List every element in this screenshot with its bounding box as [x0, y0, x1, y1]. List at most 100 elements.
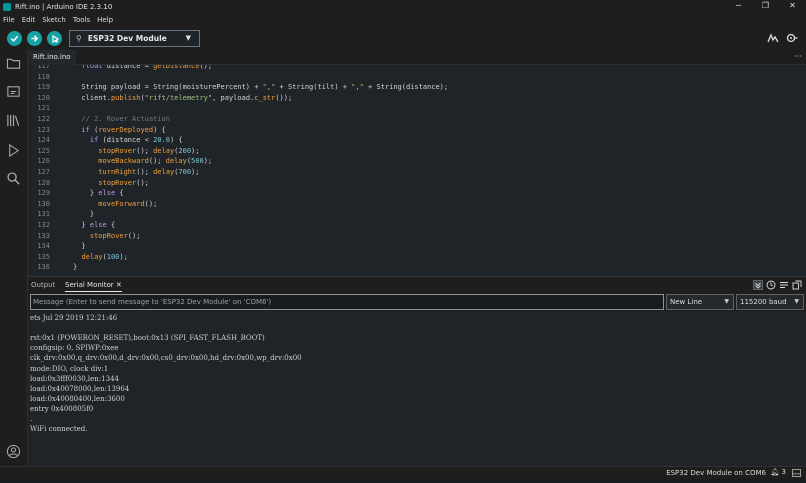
menu-edit[interactable]: Edit: [22, 16, 36, 24]
serial-output-line: entry 0x400805f0: [30, 404, 94, 413]
code-text: moveBackward(); delay(500);: [98, 157, 213, 166]
baud-rate-select[interactable]: 115200 baud ▼: [736, 294, 804, 310]
code-text: stopRover();: [89, 231, 141, 240]
line-number: 121: [37, 104, 50, 113]
verify-button[interactable]: [7, 31, 22, 46]
line-number: 128: [37, 178, 50, 187]
code-line[interactable]: 124 if (distance < 20.0) {: [28, 135, 798, 146]
title-bar: Rift.ino | Arduino IDE 2.3.10 ─ ❐ ✕: [0, 0, 806, 13]
code-line[interactable]: 131 }: [28, 209, 798, 220]
usb-icon: ⚲: [76, 34, 82, 43]
serial-output-line: load:0x40080400,len:3600: [30, 394, 125, 403]
code-line[interactable]: 132 } else {: [28, 220, 798, 231]
line-number: 130: [37, 199, 50, 208]
tab-serial-monitor-label: Serial Monitor: [65, 281, 114, 289]
debug-button[interactable]: [47, 31, 62, 46]
menu-file[interactable]: File: [3, 16, 15, 24]
code-line[interactable]: 123 if (roverDeployed) {: [28, 125, 798, 136]
code-line[interactable]: 136}: [28, 262, 798, 273]
menu-bar: File Edit Sketch Tools Help: [0, 13, 806, 26]
panel-controls: [753, 280, 802, 290]
search-icon[interactable]: [6, 171, 21, 186]
line-number: 132: [37, 221, 50, 229]
line-number: 136: [37, 263, 50, 272]
line-ending-select[interactable]: New Line ▼: [666, 294, 734, 310]
menu-help[interactable]: Help: [97, 16, 113, 24]
code-line[interactable]: 133 stopRover();: [28, 231, 798, 242]
upload-button[interactable]: [27, 31, 42, 46]
code-line[interactable]: 118: [28, 72, 798, 83]
account-icon[interactable]: [6, 444, 21, 459]
copy-output-icon[interactable]: [792, 280, 802, 290]
panel-tabs: Output Serial Monitor ✕: [28, 276, 806, 293]
board-port-status[interactable]: ESP32 Dev Module on COM6: [666, 469, 766, 477]
code-line[interactable]: 122 // 2. Rover Actuation: [28, 114, 798, 125]
tab-serial-monitor[interactable]: Serial Monitor ✕: [65, 281, 122, 292]
arrow-right-icon: [31, 35, 39, 42]
code-text: float distance = getDistance();: [81, 65, 213, 70]
serial-output-line: rst:0x1 (POWERON_RESET),boot:0x13 (SPI_F…: [30, 334, 265, 343]
serial-plotter-icon[interactable]: [767, 32, 779, 44]
serial-monitor-icon[interactable]: [786, 32, 798, 44]
code-text: stopRover(); delay(200);: [98, 146, 200, 155]
code-text: client.publish("rift/telemetry", payload…: [73, 93, 293, 102]
serial-output: ets Jul 29 2019 12:21:46 rst:0x1 (POWERON…: [28, 311, 806, 466]
line-ending-value: New Line: [670, 298, 703, 306]
serial-message-input[interactable]: Message (Enter to send message to 'ESP32…: [30, 294, 664, 310]
autoscroll-icon[interactable]: [753, 280, 763, 290]
code-text: } else {: [73, 189, 124, 198]
tab-output[interactable]: Output: [31, 281, 55, 289]
editor-tabs: Rift.ino.ino ···: [28, 50, 806, 65]
close-button[interactable]: ✕: [779, 0, 806, 13]
serial-output-line: load:0x3fff0030,len:1344: [30, 374, 119, 383]
code-text: stopRover();: [98, 178, 149, 187]
status-bar: ESP32 Dev Module on COM6 🔔︎ 3: [0, 466, 806, 479]
serial-output-line: load:0x40078000,len:13964: [30, 384, 130, 393]
code-line[interactable]: 134 }: [28, 241, 798, 252]
window-controls: ─ ❐ ✕: [725, 0, 806, 13]
code-line[interactable]: 129 } else {: [28, 188, 798, 199]
library-icon[interactable]: [6, 113, 21, 128]
line-number: 122: [37, 115, 50, 123]
line-number: 135: [37, 252, 50, 261]
code-line[interactable]: 125 stopRover(); delay(200);: [28, 146, 798, 157]
code-text: // 2. Rover Actuation: [73, 115, 170, 123]
timestamp-icon[interactable]: [766, 280, 776, 290]
board-manager-icon[interactable]: [6, 84, 21, 99]
line-number: 120: [37, 93, 50, 102]
chevron-down-icon: ▼: [794, 298, 799, 305]
code-line[interactable]: 135 delay(100);: [28, 252, 798, 263]
board-selector[interactable]: ⚲ ESP32 Dev Module ▼: [69, 30, 200, 47]
code-line[interactable]: 121: [28, 103, 798, 114]
toggle-panel-icon[interactable]: [792, 469, 801, 477]
line-number: 131: [37, 210, 50, 219]
notifications[interactable]: 🔔︎ 3: [770, 468, 786, 476]
folder-icon[interactable]: [6, 56, 21, 71]
menu-tools[interactable]: Tools: [73, 16, 90, 24]
code-line[interactable]: 128 stopRover();: [28, 178, 798, 189]
debug-run-icon[interactable]: [6, 143, 21, 158]
file-tab[interactable]: Rift.ino.ino: [28, 50, 76, 65]
serial-output-line: ets Jul 29 2019 12:21:46: [30, 314, 118, 322]
close-tab-icon[interactable]: ✕: [116, 281, 122, 289]
code-text: if (roverDeployed) {: [81, 125, 166, 134]
code-line[interactable]: 130 moveForward();: [28, 199, 798, 210]
more-actions-icon[interactable]: ···: [794, 52, 802, 61]
minimize-button[interactable]: ─: [725, 0, 752, 13]
code-line[interactable]: 117 float distance = getDistance();: [28, 65, 798, 72]
code-line[interactable]: 126 moveBackward(); delay(500);: [28, 156, 798, 167]
maximize-button[interactable]: ❐: [752, 0, 779, 13]
code-line[interactable]: 119 String payload = String(moisturePerc…: [28, 82, 798, 93]
code-editor[interactable]: 117 float distance = getDistance(); 118 11…: [28, 65, 806, 276]
clear-output-icon[interactable]: [779, 280, 789, 290]
editor-scrollbar[interactable]: [800, 65, 806, 276]
arduino-logo-icon: [3, 2, 11, 11]
code-text: delay(100);: [81, 252, 128, 261]
code-line[interactable]: 120 client.publish("rift/telemetry", pay…: [28, 93, 798, 104]
code-line[interactable]: 127 turnRight(); delay(700);: [28, 167, 798, 178]
code-text: }: [73, 210, 95, 219]
serial-message-bar: Message (Enter to send message to 'ESP32…: [28, 293, 806, 311]
code-text: }: [73, 263, 78, 272]
line-number: 119: [37, 83, 50, 92]
menu-sketch[interactable]: Sketch: [42, 16, 66, 24]
